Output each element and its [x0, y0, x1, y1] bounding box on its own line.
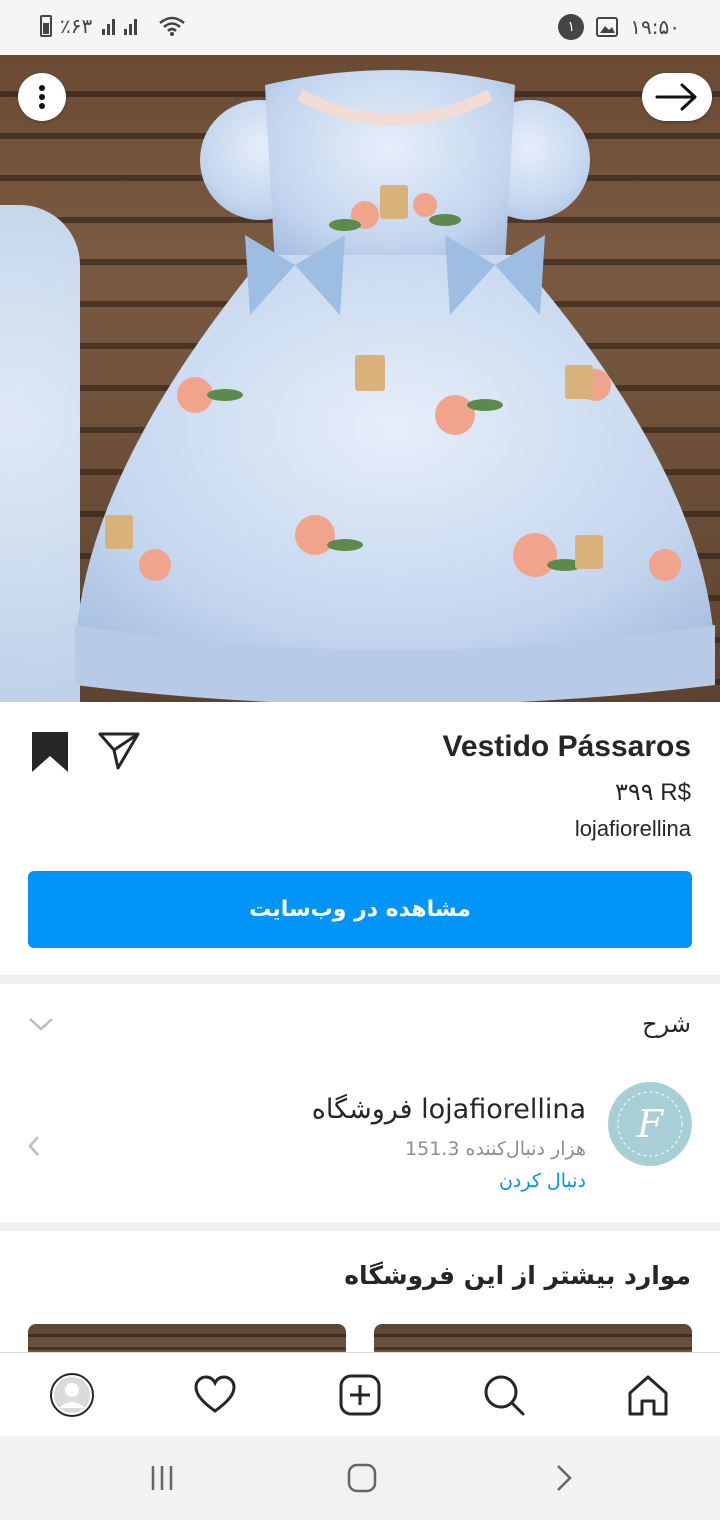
gallery-icon — [596, 17, 619, 37]
arrow-right-icon — [655, 83, 697, 111]
system-navigation — [0, 1436, 720, 1520]
notification-badge: ۱ — [558, 14, 585, 40]
share-button[interactable] — [98, 730, 140, 772]
back-button[interactable] — [544, 1458, 584, 1498]
profile-icon — [50, 1373, 94, 1417]
product-title: Vestido Pássaros — [442, 730, 691, 763]
chevron-left-icon — [28, 1136, 39, 1156]
shop-followers: 151.3 هزار دنبال‌کننده — [405, 1138, 586, 1160]
chevron-right-icon — [557, 1465, 572, 1491]
shop-username: lojafiorellina — [421, 1094, 586, 1125]
clock: ۱۹:۵۰ — [630, 15, 680, 39]
recent-apps-button[interactable] — [142, 1458, 182, 1498]
product-seller[interactable]: lojafiorellina — [575, 816, 691, 842]
shop-name[interactable]: فروشگاه lojafiorellina — [312, 1094, 586, 1125]
product-image[interactable] — [0, 55, 720, 702]
heart-icon — [194, 1375, 236, 1413]
nav-profile[interactable] — [48, 1371, 96, 1419]
search-icon — [484, 1375, 525, 1416]
battery-icon — [40, 15, 52, 37]
adjacent-product-preview — [0, 205, 80, 702]
bottom-navigation — [0, 1352, 720, 1436]
bookmark-icon — [32, 732, 68, 772]
signal-icon — [102, 19, 138, 35]
nav-home[interactable] — [624, 1371, 672, 1419]
send-icon — [98, 732, 140, 770]
section-divider — [0, 975, 720, 984]
svg-text:F: F — [636, 1102, 665, 1146]
shop-label: فروشگاه — [311, 1094, 413, 1125]
product-price: ۳۹۹ R$ — [614, 779, 691, 806]
shop-open-link[interactable] — [26, 1134, 42, 1158]
more-options-button[interactable] — [18, 73, 66, 121]
nav-search[interactable] — [480, 1371, 528, 1419]
forward-button[interactable] — [642, 73, 712, 121]
view-on-website-button[interactable]: مشاهده در وب‌سایت — [28, 871, 692, 948]
home-button[interactable] — [342, 1458, 382, 1498]
follow-button[interactable]: دنبال کردن — [499, 1170, 586, 1192]
bookmark-button[interactable] — [30, 730, 70, 774]
description-toggle[interactable] — [28, 1014, 54, 1034]
home-icon — [628, 1375, 668, 1416]
more-vertical-icon — [39, 85, 45, 109]
section-divider — [0, 1222, 720, 1231]
status-bar: ٪۶۳ ۱ ۱۹:۵۰ — [0, 0, 720, 55]
wifi-icon — [159, 16, 186, 36]
dress-illustration — [75, 70, 715, 702]
chevron-down-icon — [29, 1018, 53, 1031]
shop-avatar[interactable]: F — [608, 1082, 692, 1166]
add-icon — [339, 1374, 381, 1416]
more-from-shop-title: موارد بیشتر از این فروشگاه — [344, 1261, 691, 1290]
nav-activity[interactable] — [191, 1371, 239, 1419]
nav-create[interactable] — [336, 1371, 384, 1419]
home-square-icon — [347, 1463, 377, 1493]
recent-apps-icon — [151, 1466, 173, 1490]
battery-percent: ٪۶۳ — [60, 14, 93, 38]
shop-logo: F — [610, 1084, 690, 1164]
description-label[interactable]: شرح — [642, 1010, 691, 1038]
